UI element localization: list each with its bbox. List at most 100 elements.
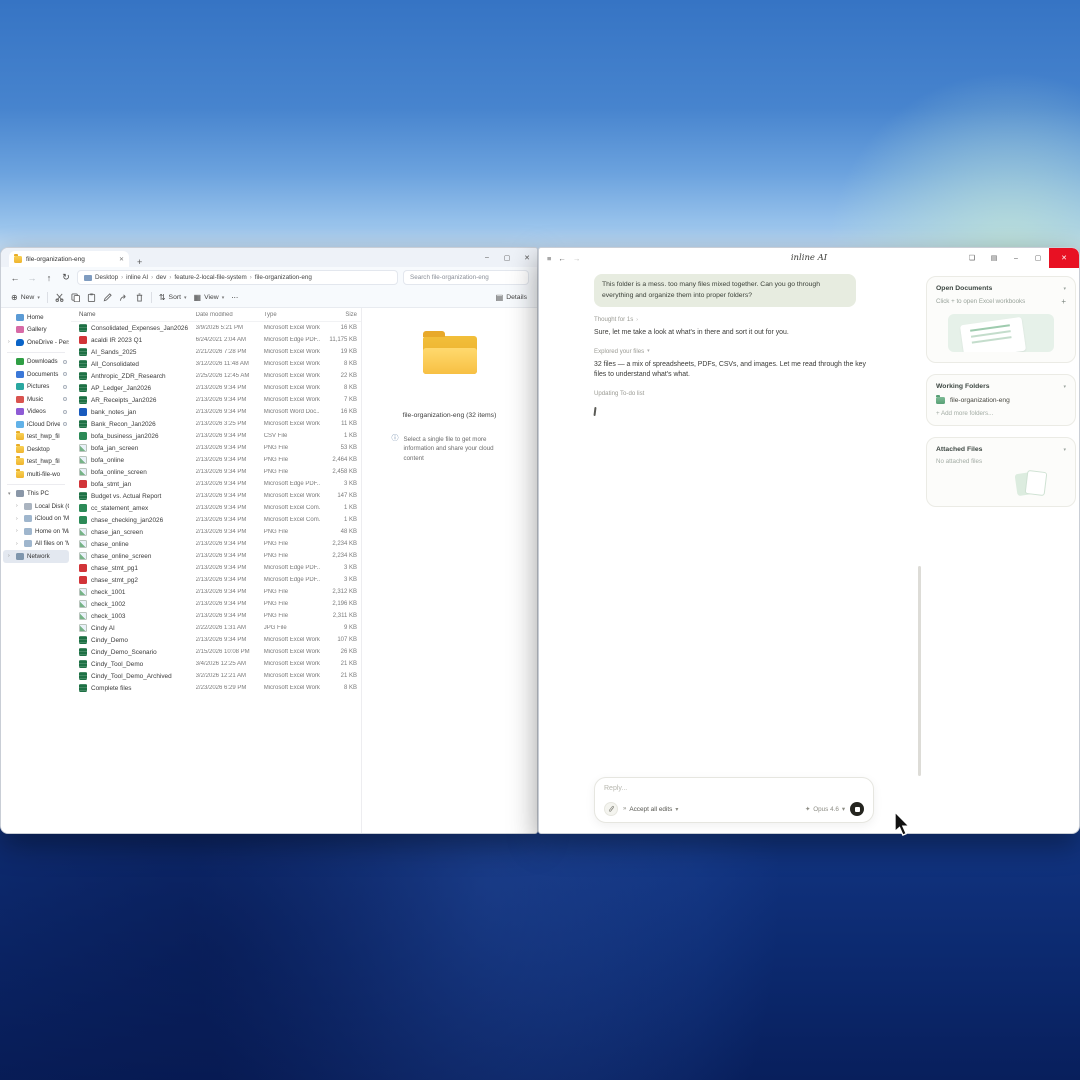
- reply-input[interactable]: Reply...: [604, 785, 864, 792]
- sidebar-item[interactable]: Gallery: [3, 324, 69, 337]
- copy-icon[interactable]: [71, 293, 80, 302]
- file-row[interactable]: AI_Sands_2025 2/21/2026 7:28 PM Microsof…: [71, 346, 361, 358]
- sidebar-item[interactable]: › Local Disk (C:): [3, 500, 69, 513]
- chevron-down-icon[interactable]: ▾: [1063, 286, 1066, 292]
- column-date-modified[interactable]: Date modified: [196, 312, 264, 318]
- file-row[interactable]: check_1003 2/13/2026 9:34 PM PNG File 2,…: [71, 610, 361, 622]
- thought-toggle[interactable]: Thought for 1s ›: [594, 316, 876, 323]
- minimize-button[interactable]: –: [477, 254, 497, 261]
- file-row[interactable]: cc_statement_amex 2/13/2026 9:34 PM Micr…: [71, 502, 361, 514]
- new-tab-button[interactable]: +: [137, 257, 142, 267]
- attach-button[interactable]: [604, 802, 618, 816]
- sidebar-item[interactable]: ▾ This PC: [3, 488, 69, 501]
- column-size[interactable]: Size: [320, 312, 361, 318]
- file-row[interactable]: Cindy AI 2/22/2026 1:31 AM JPG File 9 KB: [71, 622, 361, 634]
- file-row[interactable]: AR_Receipts_Jan2026 2/13/2026 9:34 PM Mi…: [71, 394, 361, 406]
- file-row[interactable]: All_Consolidated 3/12/2026 11:48 AM Micr…: [71, 358, 361, 370]
- file-row[interactable]: bofa_online_screen 2/13/2026 9:34 PM PNG…: [71, 466, 361, 478]
- close-button[interactable]: ✕: [1049, 248, 1079, 268]
- menu-icon[interactable]: ≡: [547, 254, 551, 263]
- sidebar-item[interactable]: › OneDrive - Personal: [3, 336, 69, 349]
- breadcrumb[interactable]: Desktop › inline AI › dev › feature-2-lo…: [77, 270, 398, 285]
- reply-composer[interactable]: Reply... » Accept all edits ▾ ✦ Opus 4.6…: [594, 777, 874, 823]
- explored-toggle[interactable]: Explored your files ▾: [594, 348, 876, 355]
- paste-icon[interactable]: [87, 293, 96, 302]
- layout-icon[interactable]: ▤: [983, 248, 1005, 268]
- delete-icon[interactable]: [135, 293, 144, 302]
- sidebar-item[interactable]: › Network: [3, 550, 69, 563]
- file-row[interactable]: Bank_Recon_Jan2026 2/13/2026 3:25 PM Mic…: [71, 418, 361, 430]
- sidebar-item[interactable]: Downloads: [3, 356, 69, 369]
- sidebar-item[interactable]: test_hwp_files: [3, 431, 69, 444]
- sidebar-item[interactable]: Music: [3, 393, 69, 406]
- file-row[interactable]: Cindy_Demo_Scenario 2/15/2026 10:08 PM M…: [71, 646, 361, 658]
- sidebar-item[interactable]: › Home on 'Mac' (Y:): [3, 525, 69, 538]
- add-document-button[interactable]: +: [1061, 297, 1066, 306]
- sidebar-item[interactable]: Videos: [3, 406, 69, 419]
- file-row[interactable]: chase_stmt_pg2 2/13/2026 9:34 PM Microso…: [71, 574, 361, 586]
- sidebar-item[interactable]: Desktop: [3, 443, 69, 456]
- add-folder-button[interactable]: + Add more folders...: [936, 410, 1066, 417]
- file-row[interactable]: bofa_jan_screen 2/13/2026 9:34 PM PNG Fi…: [71, 442, 361, 454]
- breadcrumb-item[interactable]: inline AI: [126, 274, 148, 281]
- cut-icon[interactable]: [55, 293, 64, 302]
- file-row[interactable]: bank_notes_jan 2/13/2026 9:34 PM Microso…: [71, 406, 361, 418]
- forward-icon[interactable]: →: [26, 273, 38, 283]
- explorer-tab[interactable]: file-organization-eng ✕: [9, 251, 129, 267]
- chevron-down-icon[interactable]: ▾: [1063, 384, 1066, 390]
- sidebar-item[interactable]: test_hwp_files: [3, 456, 69, 469]
- share-icon[interactable]: [119, 293, 128, 302]
- sidebar-item[interactable]: › All files on 'Mac' (Z:): [3, 538, 69, 551]
- stop-button[interactable]: [850, 802, 864, 816]
- sidebar-item[interactable]: › iCloud on 'Mac' (I:): [3, 513, 69, 526]
- panel-toggle-icon[interactable]: ❏: [961, 248, 983, 268]
- file-row[interactable]: Budget vs. Actual Report 2/13/2026 9:34 …: [71, 490, 361, 502]
- model-selector[interactable]: ✦ Opus 4.6 ▾: [805, 806, 845, 813]
- file-row[interactable]: check_1002 2/13/2026 9:34 PM PNG File 2,…: [71, 598, 361, 610]
- sidebar-item[interactable]: iCloud Drive (Mo...: [3, 418, 69, 431]
- back-icon[interactable]: ←: [9, 273, 21, 283]
- file-row[interactable]: Consolidated_Expenses_Jan2026 3/9/2026 5…: [71, 322, 361, 334]
- file-row[interactable]: Cindy_Demo 2/13/2026 9:34 PM Microsoft E…: [71, 634, 361, 646]
- file-row[interactable]: bofa_online 2/13/2026 9:34 PM PNG File 2…: [71, 454, 361, 466]
- file-row[interactable]: check_1001 2/13/2026 9:34 PM PNG File 2,…: [71, 586, 361, 598]
- accept-all-edits-button[interactable]: » Accept all edits ▾: [623, 806, 678, 813]
- file-row[interactable]: Complete files 2/23/2026 6:29 PM Microso…: [71, 682, 361, 694]
- column-name[interactable]: Name: [71, 311, 196, 318]
- sort-button[interactable]: ⇅ Sort ▾: [159, 293, 187, 302]
- more-options-icon[interactable]: ⋯: [231, 294, 238, 302]
- view-button[interactable]: ▦ View ▾: [194, 293, 225, 302]
- maximize-button[interactable]: ▢: [497, 254, 517, 262]
- back-icon[interactable]: ←: [558, 254, 566, 263]
- breadcrumb-item[interactable]: dev: [156, 274, 166, 281]
- details-pane-toggle[interactable]: ▤ Details: [496, 293, 527, 302]
- file-row[interactable]: bofa_business_jan2026 2/13/2026 9:34 PM …: [71, 430, 361, 442]
- file-row[interactable]: chase_checking_jan2026 2/13/2026 9:34 PM…: [71, 514, 361, 526]
- file-row[interactable]: chase_stmt_pg1 2/13/2026 9:34 PM Microso…: [71, 562, 361, 574]
- forward-icon[interactable]: →: [573, 254, 581, 263]
- minimize-button[interactable]: –: [1005, 248, 1027, 268]
- breadcrumb-item[interactable]: file-organization-eng: [255, 274, 312, 281]
- file-row[interactable]: chase_jan_screen 2/13/2026 9:34 PM PNG F…: [71, 526, 361, 538]
- breadcrumb-item[interactable]: Desktop: [95, 274, 118, 281]
- file-row[interactable]: Anthropic_ZDR_Research 2/25/2026 12:45 A…: [71, 370, 361, 382]
- working-folder-item[interactable]: file-organization-eng: [936, 397, 1066, 404]
- maximize-button[interactable]: ▢: [1027, 248, 1049, 268]
- file-row[interactable]: chase_online_screen 2/13/2026 9:34 PM PN…: [71, 550, 361, 562]
- sidebar-item[interactable]: Home: [3, 311, 69, 324]
- sidebar-item[interactable]: Documents: [3, 368, 69, 381]
- new-button[interactable]: ⊕ New ▾: [11, 293, 40, 302]
- file-row[interactable]: AP_Ledger_Jan2026 2/13/2026 9:34 PM Micr…: [71, 382, 361, 394]
- up-icon[interactable]: ↑: [43, 273, 55, 283]
- search-input[interactable]: Search file-organization-eng: [403, 270, 529, 285]
- sidebar-item[interactable]: multi-file-workflow: [3, 468, 69, 481]
- file-row[interactable]: Cindy_Tool_Demo_Archived 3/2/2026 12:21 …: [71, 670, 361, 682]
- sidebar-item[interactable]: Pictures: [3, 381, 69, 394]
- refresh-icon[interactable]: ↻: [60, 272, 72, 283]
- file-row[interactable]: chase_online 2/13/2026 9:34 PM PNG File …: [71, 538, 361, 550]
- rename-icon[interactable]: [103, 293, 112, 302]
- chevron-down-icon[interactable]: ▾: [1063, 447, 1066, 453]
- close-button[interactable]: ✕: [517, 254, 537, 262]
- file-row[interactable]: bofa_stmt_jan 2/13/2026 9:34 PM Microsof…: [71, 478, 361, 490]
- chat-scrollbar[interactable]: [918, 566, 921, 776]
